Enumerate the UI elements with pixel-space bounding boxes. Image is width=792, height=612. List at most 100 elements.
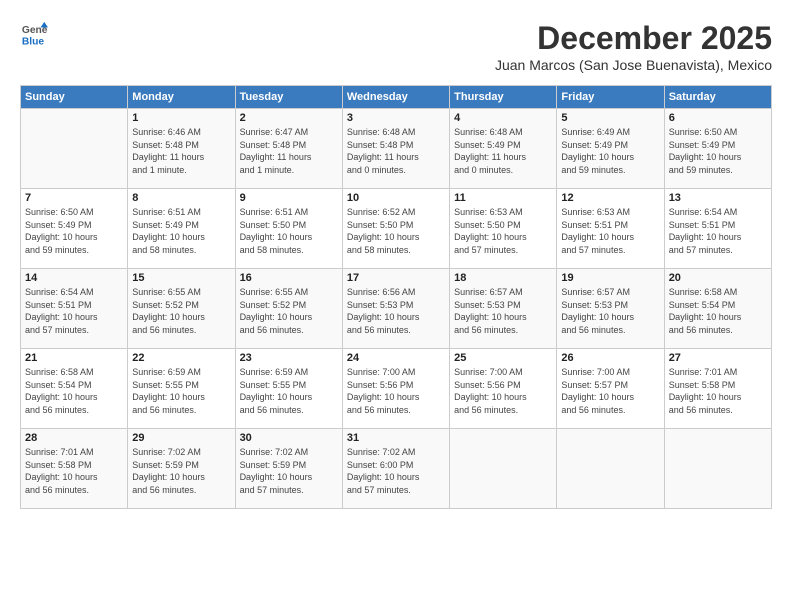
cell-4-2: 22 Sunrise: 6:59 AM Sunset: 5:55 PM Dayli…	[128, 349, 235, 429]
day-info: Sunrise: 6:59 AM Sunset: 5:55 PM Dayligh…	[240, 366, 338, 416]
day-number: 18	[454, 272, 552, 284]
day-number: 24	[347, 352, 445, 364]
col-header-tuesday: Tuesday	[235, 86, 342, 109]
day-info: Sunrise: 6:50 AM Sunset: 5:49 PM Dayligh…	[25, 206, 123, 256]
day-number: 16	[240, 272, 338, 284]
cell-5-2: 29 Sunrise: 7:02 AM Sunset: 5:59 PM Dayli…	[128, 429, 235, 509]
day-number: 21	[25, 352, 123, 364]
day-number: 3	[347, 112, 445, 124]
day-info: Sunrise: 7:02 AM Sunset: 5:59 PM Dayligh…	[240, 446, 338, 496]
cell-3-4: 17Sunrise: 6:56 AM Sunset: 5:53 PM Dayli…	[342, 269, 449, 349]
day-number: 22	[132, 352, 230, 364]
cell-1-1	[21, 109, 128, 189]
cell-3-3: 16 Sunrise: 6:55 AM Sunset: 5:52 PM Dayli…	[235, 269, 342, 349]
day-info: Sunrise: 6:51 AM Sunset: 5:49 PM Dayligh…	[132, 206, 230, 256]
col-header-thursday: Thursday	[450, 86, 557, 109]
cell-2-7: 13 Sunrise: 6:54 AM Sunset: 5:51 PM Dayli…	[664, 189, 771, 269]
title-block: December 2025 Juan Marcos (San Jose Buen…	[495, 20, 772, 81]
cell-5-3: 30 Sunrise: 7:02 AM Sunset: 5:59 PM Dayli…	[235, 429, 342, 509]
svg-text:Blue: Blue	[22, 36, 45, 47]
header: General Blue December 2025 Juan Marcos (…	[20, 20, 772, 81]
col-header-monday: Monday	[128, 86, 235, 109]
cell-5-7	[664, 429, 771, 509]
day-number: 19	[561, 272, 659, 284]
day-info: Sunrise: 7:02 AM Sunset: 5:59 PM Dayligh…	[132, 446, 230, 496]
week-row-3: 14 Sunrise: 6:54 AM Sunset: 5:51 PM Dayli…	[21, 269, 772, 349]
cell-4-6: 26 Sunrise: 7:00 AM Sunset: 5:57 PM Dayli…	[557, 349, 664, 429]
week-row-2: 7Sunrise: 6:50 AM Sunset: 5:49 PM Daylig…	[21, 189, 772, 269]
cell-1-7: 6Sunrise: 6:50 AM Sunset: 5:49 PM Daylig…	[664, 109, 771, 189]
header-row: SundayMondayTuesdayWednesdayThursdayFrid…	[21, 86, 772, 109]
day-info: Sunrise: 6:58 AM Sunset: 5:54 PM Dayligh…	[25, 366, 123, 416]
cell-1-6: 5 Sunrise: 6:49 AM Sunset: 5:49 PM Daylig…	[557, 109, 664, 189]
day-number: 27	[669, 352, 767, 364]
day-number: 11	[454, 192, 552, 204]
cell-1-5: 4 Sunrise: 6:48 AM Sunset: 5:49 PM Daylig…	[450, 109, 557, 189]
day-info: Sunrise: 6:51 AM Sunset: 5:50 PM Dayligh…	[240, 206, 338, 256]
cell-3-6: 19 Sunrise: 6:57 AM Sunset: 5:53 PM Dayli…	[557, 269, 664, 349]
cell-2-3: 9Sunrise: 6:51 AM Sunset: 5:50 PM Daylig…	[235, 189, 342, 269]
day-info: Sunrise: 6:52 AM Sunset: 5:50 PM Dayligh…	[347, 206, 445, 256]
day-info: Sunrise: 6:48 AM Sunset: 5:49 PM Dayligh…	[454, 126, 552, 176]
cell-2-5: 11 Sunrise: 6:53 AM Sunset: 5:50 PM Dayli…	[450, 189, 557, 269]
day-number: 6	[669, 112, 767, 124]
cell-1-3: 2Sunrise: 6:47 AM Sunset: 5:48 PM Daylig…	[235, 109, 342, 189]
cell-2-1: 7Sunrise: 6:50 AM Sunset: 5:49 PM Daylig…	[21, 189, 128, 269]
day-number: 4	[454, 112, 552, 124]
calendar-table: SundayMondayTuesdayWednesdayThursdayFrid…	[20, 85, 772, 509]
cell-5-1: 28Sunrise: 7:01 AM Sunset: 5:58 PM Dayli…	[21, 429, 128, 509]
cell-2-6: 12Sunrise: 6:53 AM Sunset: 5:51 PM Dayli…	[557, 189, 664, 269]
day-info: Sunrise: 6:49 AM Sunset: 5:49 PM Dayligh…	[561, 126, 659, 176]
day-number: 23	[240, 352, 338, 364]
day-number: 13	[669, 192, 767, 204]
day-info: Sunrise: 6:54 AM Sunset: 5:51 PM Dayligh…	[25, 286, 123, 336]
day-info: Sunrise: 6:54 AM Sunset: 5:51 PM Dayligh…	[669, 206, 767, 256]
day-info: Sunrise: 7:00 AM Sunset: 5:57 PM Dayligh…	[561, 366, 659, 416]
day-number: 15	[132, 272, 230, 284]
day-info: Sunrise: 6:53 AM Sunset: 5:51 PM Dayligh…	[561, 206, 659, 256]
day-number: 8	[132, 192, 230, 204]
col-header-friday: Friday	[557, 86, 664, 109]
day-number: 1	[132, 112, 230, 124]
day-info: Sunrise: 6:57 AM Sunset: 5:53 PM Dayligh…	[454, 286, 552, 336]
day-info: Sunrise: 6:58 AM Sunset: 5:54 PM Dayligh…	[669, 286, 767, 336]
day-number: 5	[561, 112, 659, 124]
day-info: Sunrise: 7:00 AM Sunset: 5:56 PM Dayligh…	[347, 366, 445, 416]
cell-4-4: 24 Sunrise: 7:00 AM Sunset: 5:56 PM Dayli…	[342, 349, 449, 429]
day-info: Sunrise: 6:56 AM Sunset: 5:53 PM Dayligh…	[347, 286, 445, 336]
day-number: 20	[669, 272, 767, 284]
day-number: 30	[240, 432, 338, 444]
day-number: 14	[25, 272, 123, 284]
day-number: 25	[454, 352, 552, 364]
day-number: 26	[561, 352, 659, 364]
logo-icon: General Blue	[20, 20, 48, 48]
subtitle: Juan Marcos (San Jose Buenavista), Mexic…	[495, 57, 772, 73]
day-info: Sunrise: 6:59 AM Sunset: 5:55 PM Dayligh…	[132, 366, 230, 416]
cell-5-6	[557, 429, 664, 509]
day-number: 10	[347, 192, 445, 204]
cell-4-5: 25 Sunrise: 7:00 AM Sunset: 5:56 PM Dayli…	[450, 349, 557, 429]
day-info: Sunrise: 6:48 AM Sunset: 5:48 PM Dayligh…	[347, 126, 445, 176]
cell-2-2: 8 Sunrise: 6:51 AM Sunset: 5:49 PM Daylig…	[128, 189, 235, 269]
day-info: Sunrise: 6:55 AM Sunset: 5:52 PM Dayligh…	[132, 286, 230, 336]
cell-4-1: 21 Sunrise: 6:58 AM Sunset: 5:54 PM Dayli…	[21, 349, 128, 429]
cell-5-4: 31Sunrise: 7:02 AM Sunset: 6:00 PM Dayli…	[342, 429, 449, 509]
cell-2-4: 10 Sunrise: 6:52 AM Sunset: 5:50 PM Dayli…	[342, 189, 449, 269]
day-info: Sunrise: 6:53 AM Sunset: 5:50 PM Dayligh…	[454, 206, 552, 256]
day-info: Sunrise: 7:00 AM Sunset: 5:56 PM Dayligh…	[454, 366, 552, 416]
logo: General Blue	[20, 20, 50, 48]
col-header-saturday: Saturday	[664, 86, 771, 109]
week-row-5: 28Sunrise: 7:01 AM Sunset: 5:58 PM Dayli…	[21, 429, 772, 509]
col-header-sunday: Sunday	[21, 86, 128, 109]
day-info: Sunrise: 6:46 AM Sunset: 5:48 PM Dayligh…	[132, 126, 230, 176]
day-info: Sunrise: 6:55 AM Sunset: 5:52 PM Dayligh…	[240, 286, 338, 336]
day-number: 29	[132, 432, 230, 444]
day-info: Sunrise: 6:57 AM Sunset: 5:53 PM Dayligh…	[561, 286, 659, 336]
cell-4-3: 23 Sunrise: 6:59 AM Sunset: 5:55 PM Dayli…	[235, 349, 342, 429]
day-info: Sunrise: 7:01 AM Sunset: 5:58 PM Dayligh…	[669, 366, 767, 416]
col-header-wednesday: Wednesday	[342, 86, 449, 109]
day-info: Sunrise: 7:01 AM Sunset: 5:58 PM Dayligh…	[25, 446, 123, 496]
day-number: 2	[240, 112, 338, 124]
week-row-4: 21 Sunrise: 6:58 AM Sunset: 5:54 PM Dayli…	[21, 349, 772, 429]
cell-3-5: 18 Sunrise: 6:57 AM Sunset: 5:53 PM Dayli…	[450, 269, 557, 349]
